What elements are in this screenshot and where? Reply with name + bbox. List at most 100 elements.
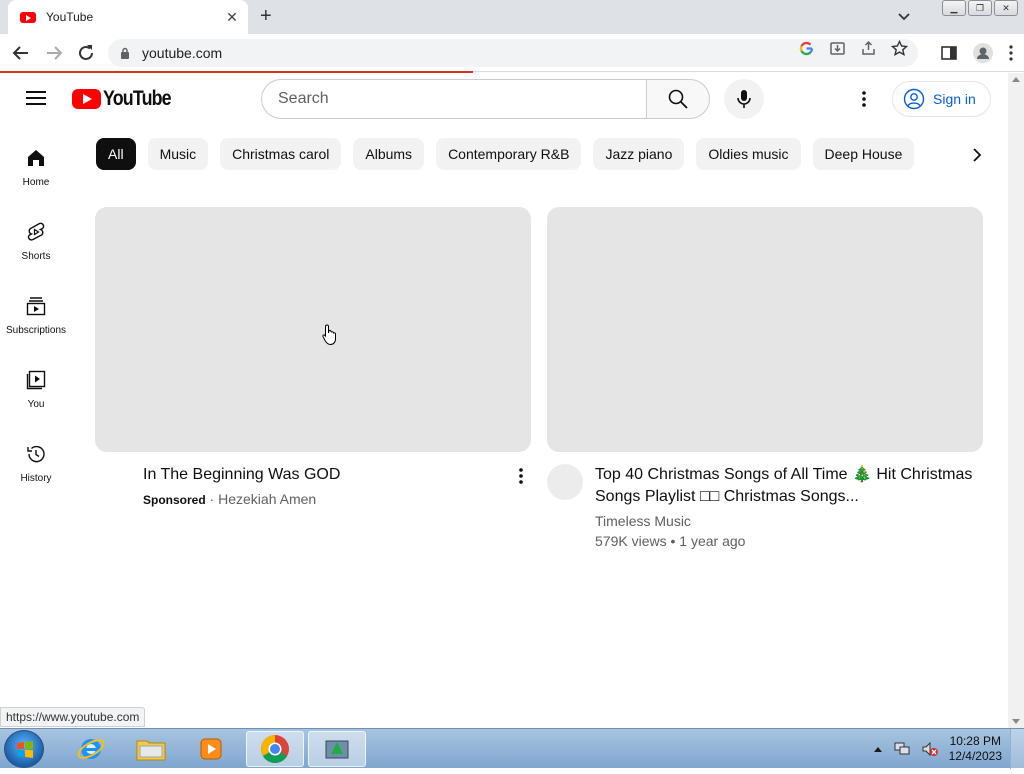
youtube-logo[interactable]: YouTube — [72, 87, 183, 111]
minimize-button[interactable]: ▁ — [942, 0, 966, 16]
omnibox-actions — [798, 40, 908, 57]
voice-search-button[interactable] — [724, 79, 764, 119]
show-hidden-icons-icon[interactable] — [873, 745, 883, 753]
chip-all[interactable]: All — [96, 138, 136, 170]
search-box: Search — [261, 79, 710, 119]
search-icon — [668, 89, 688, 109]
guide-item-shorts[interactable]: Shorts — [0, 199, 72, 273]
browser-tab-youtube[interactable]: YouTube ✕ — [8, 0, 248, 34]
scroll-down-arrow-icon[interactable] — [1012, 719, 1020, 724]
close-window-button[interactable]: ✕ — [994, 0, 1018, 16]
chip-oldies-music[interactable]: Oldies music — [696, 138, 801, 170]
video-byline: Sponsored · Hezekiah Amen — [143, 489, 340, 510]
sign-in-label: Sign in — [933, 91, 976, 107]
side-panel-icon[interactable] — [940, 44, 958, 62]
sponsored-badge: Sponsored — [143, 493, 206, 507]
sign-in-button[interactable]: Sign in — [892, 81, 991, 117]
home-icon — [28, 150, 44, 166]
restore-button[interactable]: ❐ — [968, 0, 992, 16]
mini-guide: Home Shorts Subscriptions You History — [0, 125, 72, 495]
clock-date: 12/4/2023 — [948, 749, 1002, 763]
browser-toolbar: youtube.com — [0, 34, 1024, 72]
channel-name[interactable]: Hezekiah Amen — [218, 491, 316, 507]
link-status-bubble: https://www.youtube.com — [0, 707, 146, 727]
tab-search-chevron-icon[interactable] — [897, 9, 911, 23]
youtube-play-logo-icon — [72, 89, 101, 109]
more-actions-icon[interactable] — [513, 466, 529, 486]
taskbar-media-player[interactable] — [182, 731, 240, 767]
lock-icon[interactable] — [120, 47, 130, 59]
chrome-menu-icon[interactable] — [1008, 44, 1014, 62]
taskbar-google-chrome[interactable] — [246, 731, 304, 767]
chips-next-chevron-icon[interactable] — [966, 144, 988, 166]
video-details: In The Beginning Was GOD Sponsored · Hez… — [143, 464, 340, 510]
chip-christmas-carol[interactable]: Christmas carol — [220, 138, 342, 170]
install-app-icon[interactable] — [829, 40, 846, 57]
scroll-up-arrow-icon[interactable] — [1012, 77, 1020, 82]
subscriptions-icon — [26, 297, 46, 316]
browser-tab-strip: YouTube ✕ + ▁ ❐ ✕ — [0, 0, 1024, 34]
media-player-icon — [200, 738, 222, 760]
guide-item-history[interactable]: History — [0, 421, 72, 495]
channel-avatar[interactable] — [547, 464, 583, 500]
taskbar-file-explorer[interactable] — [122, 731, 180, 767]
address-bar[interactable]: youtube.com — [108, 39, 918, 67]
windows-taskbar: 10:28 PM 12/4/2023 — [0, 728, 1024, 769]
start-button[interactable] — [4, 730, 44, 768]
app-window-icon — [325, 740, 349, 759]
guide-label-subscriptions: Subscriptions — [5, 325, 67, 336]
google-lens-g-icon[interactable] — [798, 40, 815, 57]
video-title[interactable]: Top 40 Christmas Songs of All Time 🎄 Hit… — [595, 464, 975, 508]
settings-more-icon[interactable] — [854, 89, 874, 109]
profile-avatar-icon[interactable] — [972, 42, 994, 64]
share-icon[interactable] — [860, 40, 877, 57]
video-card-ad: In The Beginning Was GOD Sponsored · Hez… — [95, 207, 531, 510]
search-button[interactable] — [646, 79, 710, 119]
clock-time: 10:28 PM — [949, 734, 1001, 748]
forward-arrow-icon[interactable] — [43, 42, 65, 64]
video-meta: In The Beginning Was GOD Sponsored · Hez… — [95, 452, 531, 510]
video-card: Top 40 Christmas Songs of All Time 🎄 Hit… — [547, 207, 983, 551]
system-tray: 10:28 PM 12/4/2023 — [873, 729, 1024, 769]
page-scrollbar[interactable] — [1008, 73, 1024, 728]
search-input[interactable]: Search — [261, 79, 646, 119]
taskbar-clock[interactable]: 10:28 PM 12/4/2023 — [949, 734, 1002, 764]
video-thumbnail[interactable] — [547, 207, 983, 452]
logo-text: YouTube — [103, 87, 172, 110]
guide-label-home: Home — [22, 177, 50, 188]
back-arrow-icon[interactable] — [10, 42, 32, 64]
chip-jazz-piano[interactable]: Jazz piano — [593, 138, 685, 170]
url-text: youtube.com — [142, 45, 223, 61]
video-title[interactable]: In The Beginning Was GOD — [143, 464, 340, 486]
video-thumbnail[interactable] — [95, 207, 531, 452]
folder-icon — [136, 740, 166, 761]
guide-item-you[interactable]: You — [0, 347, 72, 421]
guide-item-subscriptions[interactable]: Subscriptions — [0, 273, 72, 347]
guide-item-home[interactable]: Home — [0, 125, 72, 199]
chip-contemporary-rnb[interactable]: Contemporary R&B — [436, 138, 582, 170]
guide-menu-icon[interactable] — [26, 90, 46, 106]
close-tab-icon[interactable]: ✕ — [224, 9, 240, 26]
shorts-icon — [27, 222, 45, 241]
chip-deep-house[interactable]: Deep House — [812, 138, 915, 170]
chip-music[interactable]: Music — [147, 138, 209, 170]
show-desktop-button[interactable] — [1010, 729, 1024, 769]
new-tab-button[interactable]: + — [260, 6, 272, 26]
volume-muted-icon[interactable] — [921, 741, 939, 757]
chip-bar: All Music Christmas carol Albums Contemp… — [96, 138, 992, 170]
reload-icon[interactable] — [75, 42, 97, 64]
guide-label-shorts: Shorts — [21, 251, 51, 262]
channel-name[interactable]: Timeless Music — [595, 511, 975, 531]
taskbar-app[interactable] — [308, 731, 366, 767]
avatar-placeholder — [95, 464, 131, 510]
tab-title: YouTube — [46, 10, 94, 24]
taskbar-internet-explorer[interactable] — [62, 731, 120, 767]
toolbar-right — [940, 42, 1014, 64]
account-circle-icon — [903, 88, 925, 110]
bookmark-star-icon[interactable] — [891, 40, 908, 57]
network-icon[interactable] — [893, 741, 911, 757]
chip-albums[interactable]: Albums — [353, 138, 425, 170]
video-meta: Top 40 Christmas Songs of All Time 🎄 Hit… — [547, 452, 983, 551]
youtube-masthead: YouTube Search Sign in — [0, 73, 1008, 125]
you-library-icon — [26, 370, 46, 390]
